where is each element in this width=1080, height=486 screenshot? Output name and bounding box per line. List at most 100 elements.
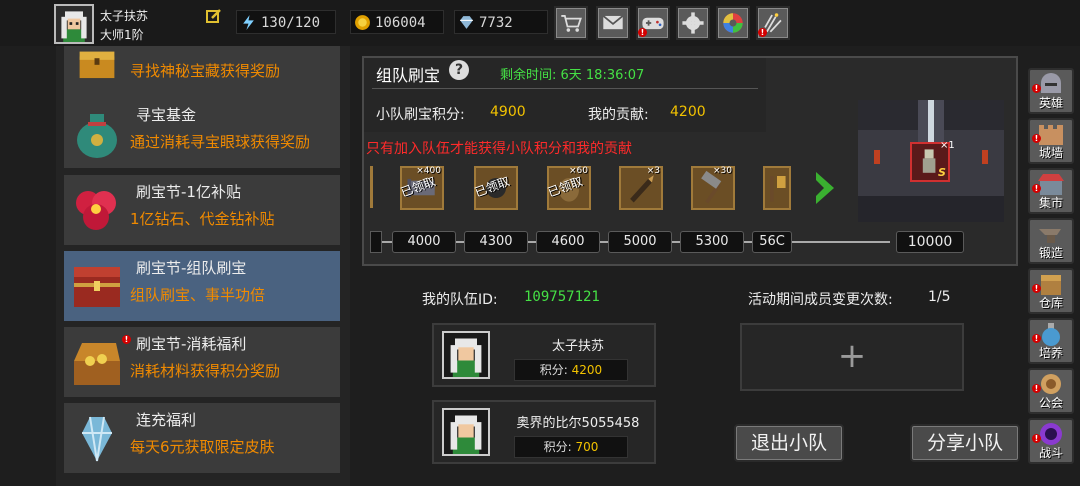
member-changes-value: 1/5 bbox=[928, 289, 951, 305]
gold-value: 106004 bbox=[375, 15, 426, 31]
my-contrib-label: 我的贡献: bbox=[588, 107, 649, 123]
side-menu-forge[interactable]: 锻造 bbox=[1028, 218, 1074, 264]
member-avatar bbox=[442, 408, 490, 456]
energy-icon bbox=[243, 15, 254, 30]
gem-icon bbox=[460, 16, 473, 29]
gem-stat: 7732 bbox=[454, 10, 548, 34]
member-score: 积分: 700 bbox=[514, 436, 628, 458]
shop-cart-button[interactable] bbox=[554, 6, 588, 40]
list-item-consume-welfare[interactable]: ! 刷宝节-消耗福利 消耗材料获得积分奖励 bbox=[64, 327, 340, 397]
reward-slot-6[interactable] bbox=[763, 166, 791, 210]
energy-value: 130/120 bbox=[261, 15, 321, 31]
side-menu-hero[interactable]: ! 英雄 bbox=[1028, 68, 1074, 114]
fireworks-button[interactable]: ! bbox=[756, 6, 790, 40]
side-menu-guild[interactable]: ! 公会 bbox=[1028, 368, 1074, 414]
alert-badge: ! bbox=[1032, 434, 1041, 443]
side-menu-train[interactable]: ! 培养 bbox=[1028, 318, 1074, 364]
member-score-value: 4200 bbox=[571, 363, 603, 377]
list-item-desc: 寻找神秘宝藏获得奖励 bbox=[130, 62, 281, 80]
alert-badge: ! bbox=[1032, 334, 1041, 343]
progress-start-cap bbox=[370, 231, 382, 253]
side-menu-label: 公会 bbox=[1038, 396, 1063, 410]
team-id-value: 109757121 bbox=[524, 289, 600, 305]
settings-button[interactable] bbox=[676, 6, 710, 40]
player-name: 太子扶苏 bbox=[100, 9, 149, 23]
team-score-value: 4900 bbox=[490, 104, 526, 120]
mail-button[interactable] bbox=[596, 6, 630, 40]
list-item-title: 刷宝节-消耗福利 bbox=[136, 335, 247, 353]
reward-slot-2[interactable]: 已领取 bbox=[473, 166, 518, 210]
member-name: 奥界的比尔5055458 bbox=[516, 416, 640, 431]
team-member-card[interactable]: 太子扶苏 积分: 4200 bbox=[432, 323, 656, 387]
list-item-title: 寻宝基金 bbox=[136, 106, 197, 124]
leave-team-button[interactable]: 退出小队 bbox=[734, 424, 844, 462]
side-menu-label: 战斗 bbox=[1038, 446, 1063, 460]
reward-slot-4[interactable]: ×3 bbox=[619, 166, 663, 210]
warning-text: 只有加入队伍才能获得小队积分和我的贡献 bbox=[366, 141, 632, 157]
hero-portrait-icon bbox=[444, 410, 488, 454]
help-icon[interactable]: ? bbox=[449, 60, 469, 80]
member-score-label: 积分: bbox=[543, 440, 572, 454]
red-chest-icon bbox=[68, 257, 126, 315]
list-item-treasure-fund[interactable]: 寻宝基金 通过消耗寻宝眼球获得奖励 bbox=[64, 98, 340, 168]
money-bag-icon bbox=[68, 104, 126, 162]
milestone: 56C bbox=[752, 231, 792, 253]
gold-coin-icon bbox=[355, 15, 370, 30]
list-item-treasure-hunt[interactable]: 寻找神秘宝藏获得奖励 bbox=[64, 46, 340, 100]
treasure-chest-icon bbox=[68, 46, 126, 88]
milestone: 5300 bbox=[680, 231, 744, 253]
list-item-title: 刷宝节-组队刷宝 bbox=[136, 259, 247, 277]
alert-badge: ! bbox=[1032, 184, 1041, 193]
rarity-badge: S bbox=[938, 166, 946, 179]
member-score-label: 积分: bbox=[539, 363, 568, 377]
reward-slot-5[interactable]: ×30 bbox=[691, 166, 735, 210]
player-rank: 大师1阶 bbox=[100, 28, 144, 42]
list-item-title: 连充福利 bbox=[136, 411, 197, 429]
list-item-team-farming[interactable]: 刷宝节-组队刷宝 组队刷宝、事半功倍 bbox=[64, 251, 340, 321]
reward-slot-3[interactable]: ×60 已领取 bbox=[546, 166, 591, 210]
list-item-recharge[interactable]: 连充福利 每天6元获取限定皮肤 bbox=[64, 403, 340, 473]
member-score: 积分: 4200 bbox=[514, 359, 628, 381]
divider bbox=[372, 88, 758, 89]
team-member-card[interactable]: 奥界的比尔5055458 积分: 700 bbox=[432, 400, 656, 464]
open-treasure-icon bbox=[68, 333, 126, 391]
side-menu-label: 仓库 bbox=[1038, 296, 1063, 310]
energy-stat: 130/120 bbox=[236, 10, 336, 34]
color-wheel-button[interactable] bbox=[716, 6, 750, 40]
list-item-subsidy[interactable]: 刷宝节-1亿补贴 1亿钻石、代金钻补贴 bbox=[64, 175, 340, 245]
mail-icon bbox=[602, 15, 624, 30]
reward-slot-edge bbox=[370, 166, 373, 208]
list-item-desc: 通过消耗寻宝眼球获得奖励 bbox=[130, 133, 311, 151]
edit-icon[interactable] bbox=[206, 8, 222, 24]
side-menu-warehouse[interactable]: ! 仓库 bbox=[1028, 268, 1074, 314]
alert-badge: ! bbox=[122, 335, 131, 344]
side-menu-battle[interactable]: ! 战斗 bbox=[1028, 418, 1074, 464]
staff-icon bbox=[770, 176, 786, 202]
side-menu-label: 英雄 bbox=[1038, 96, 1063, 110]
alert-badge: ! bbox=[638, 28, 647, 37]
member-changes-label: 活动期间成员变更次数: bbox=[748, 292, 893, 308]
milestone: 4600 bbox=[536, 231, 600, 253]
activity-list[interactable]: 寻找神秘宝藏获得奖励 寻宝基金 通过消耗寻宝眼球获得奖励 刷宝节-1亿补贴 1亿… bbox=[56, 46, 350, 486]
hero-portrait-icon bbox=[56, 6, 92, 42]
reward-mult: ×3 bbox=[646, 166, 660, 176]
gamepad-button[interactable]: ! bbox=[636, 6, 670, 40]
my-contrib-value: 4200 bbox=[670, 104, 706, 120]
list-item-title: 刷宝节-1亿补贴 bbox=[136, 183, 241, 201]
share-team-button[interactable]: 分享小队 bbox=[910, 424, 1020, 462]
side-menu-label: 锻造 bbox=[1038, 246, 1063, 260]
scroll-right-arrow-icon[interactable] bbox=[812, 168, 838, 208]
side-menu-label: 培养 bbox=[1038, 346, 1063, 360]
alert-badge: ! bbox=[1032, 384, 1041, 393]
alert-badge: ! bbox=[1032, 134, 1041, 143]
side-menu-wall[interactable]: ! 城墙 bbox=[1028, 118, 1074, 164]
settings-gear-icon bbox=[682, 12, 704, 34]
player-avatar[interactable] bbox=[54, 4, 94, 44]
alert-badge: ! bbox=[758, 28, 767, 37]
milestone: 5000 bbox=[608, 231, 672, 253]
alert-badge: ! bbox=[1032, 84, 1041, 93]
add-member-button[interactable]: + bbox=[740, 323, 964, 391]
reward-slot-1[interactable]: ×400 已领取 bbox=[399, 166, 444, 210]
hero-portrait-icon bbox=[444, 333, 488, 377]
side-menu-market[interactable]: ! 集市 bbox=[1028, 168, 1074, 214]
